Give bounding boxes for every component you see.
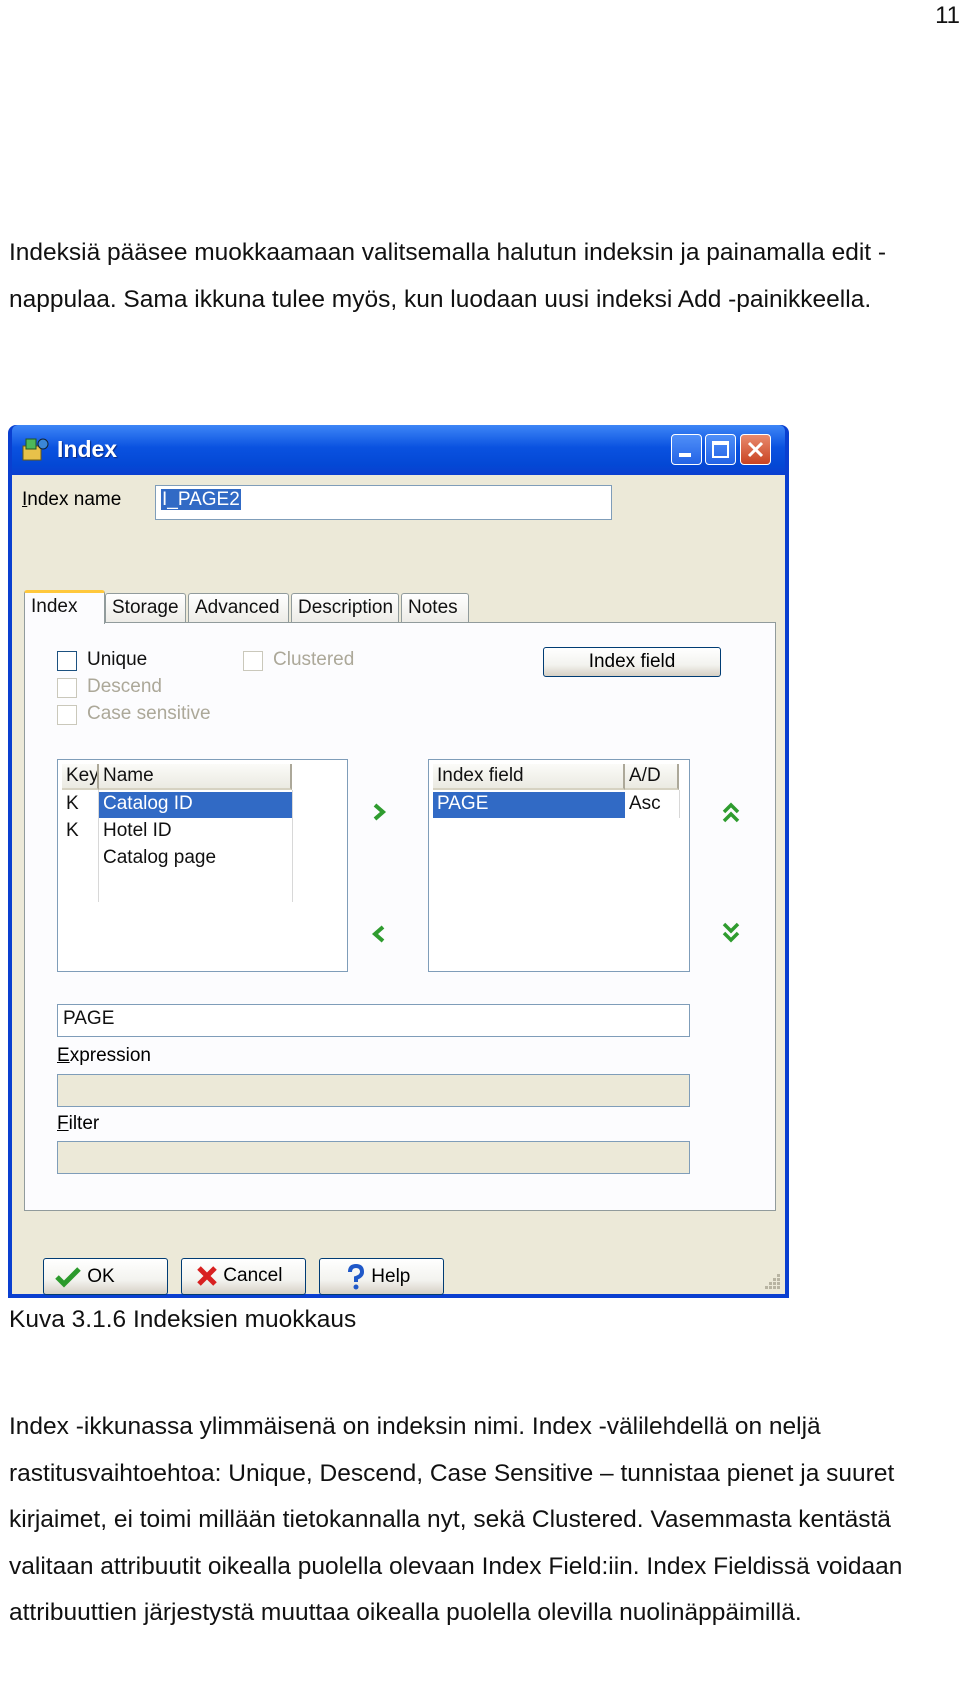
attr-row-name-selected[interactable]: Catalog ID [99, 792, 292, 818]
resize-grip-icon[interactable] [763, 1272, 781, 1290]
unique-checkbox[interactable] [57, 651, 77, 671]
figure-caption: Kuva 3.1.6 Indeksien muokkaus [9, 1306, 357, 1333]
cancel-label: Cancel [223, 1265, 283, 1287]
attr-row-key[interactable]: K [62, 792, 99, 818]
index-field-button[interactable]: Index field [543, 647, 721, 677]
index-field-row-selected[interactable]: PAGE [433, 792, 625, 818]
remove-field-arrow-icon[interactable] [369, 923, 389, 945]
move-down-icon[interactable] [721, 919, 741, 945]
add-field-arrow-icon[interactable] [369, 801, 389, 823]
attr-row-key[interactable]: K [62, 819, 99, 845]
window-client: Index name I_PAGE2 Index Storage Advance… [12, 475, 785, 1295]
minimize-button[interactable] [671, 434, 702, 465]
column-divider [292, 790, 293, 902]
page-number: 11 [935, 2, 960, 29]
index-tab-panel: Unique Descend Case sensitive Clustered … [24, 622, 776, 1211]
ok-label: OK [87, 1265, 115, 1287]
index-field-column-header[interactable]: Index field [433, 764, 625, 790]
clustered-checkbox[interactable] [243, 651, 263, 671]
index-field-row-ad[interactable]: Asc [625, 792, 679, 818]
attr-row-name[interactable]: Catalog page [99, 846, 292, 872]
move-up-icon[interactable] [721, 800, 741, 826]
tab-description[interactable]: Description [291, 593, 399, 623]
help-question-icon [348, 1263, 365, 1289]
case-sensitive-checkbox[interactable] [57, 705, 77, 725]
descend-checkbox[interactable] [57, 678, 77, 698]
attr-row-key[interactable] [62, 846, 99, 872]
intro-paragraph: Indeksiä pääsee muokkaamaan valitsemalla… [9, 239, 887, 313]
tab-notes[interactable]: Notes [401, 593, 469, 623]
index-name-input[interactable]: I_PAGE2 [155, 485, 612, 520]
name-column-header[interactable]: Name [99, 764, 292, 790]
checkmark-icon [55, 1266, 81, 1288]
close-icon [747, 441, 764, 458]
filter-label: Filter [57, 1113, 100, 1134]
clustered-label: Clustered [273, 649, 355, 670]
descend-label: Descend [87, 676, 162, 697]
maximize-button[interactable] [705, 434, 736, 465]
tab-index[interactable]: Index [24, 590, 105, 624]
attributes-list[interactable]: Key Name K Catalog ID K Hotel ID Catalog… [57, 759, 348, 972]
index-name-value: I_PAGE2 [161, 489, 241, 510]
index-name-label: Index name [22, 489, 122, 510]
index-window: Index Index name I_PAGE2 Index Storage A… [8, 425, 789, 1298]
expression-display [57, 1074, 690, 1107]
column-divider [679, 790, 680, 818]
key-column-header[interactable]: Key [62, 764, 99, 790]
title-bar[interactable]: Index [12, 425, 785, 475]
attr-row-name[interactable]: Hotel ID [99, 819, 292, 845]
help-label: Help [371, 1265, 411, 1287]
index-fields-list[interactable]: Index field A/D PAGE Asc [428, 759, 690, 972]
tab-advanced[interactable]: Advanced [188, 593, 289, 623]
expression-label: Expression [57, 1045, 152, 1066]
window-title: Index [57, 436, 118, 462]
body-paragraph: Index -ikkunassa ylimmäisenä on indeksin… [9, 1413, 903, 1626]
close-button[interactable] [740, 434, 771, 465]
tab-storage[interactable]: Storage [105, 593, 186, 623]
ok-button[interactable]: OK [43, 1258, 168, 1295]
filter-input[interactable] [57, 1141, 690, 1174]
app-icon [22, 438, 49, 461]
ad-column-header[interactable]: A/D [625, 764, 679, 790]
cancel-x-icon [197, 1266, 217, 1287]
expression-input[interactable]: PAGE [57, 1004, 690, 1037]
unique-label: Unique [87, 649, 148, 670]
cancel-button[interactable]: Cancel [181, 1258, 306, 1295]
case-sensitive-label: Case sensitive [87, 703, 211, 724]
help-button[interactable]: Help [319, 1258, 444, 1295]
